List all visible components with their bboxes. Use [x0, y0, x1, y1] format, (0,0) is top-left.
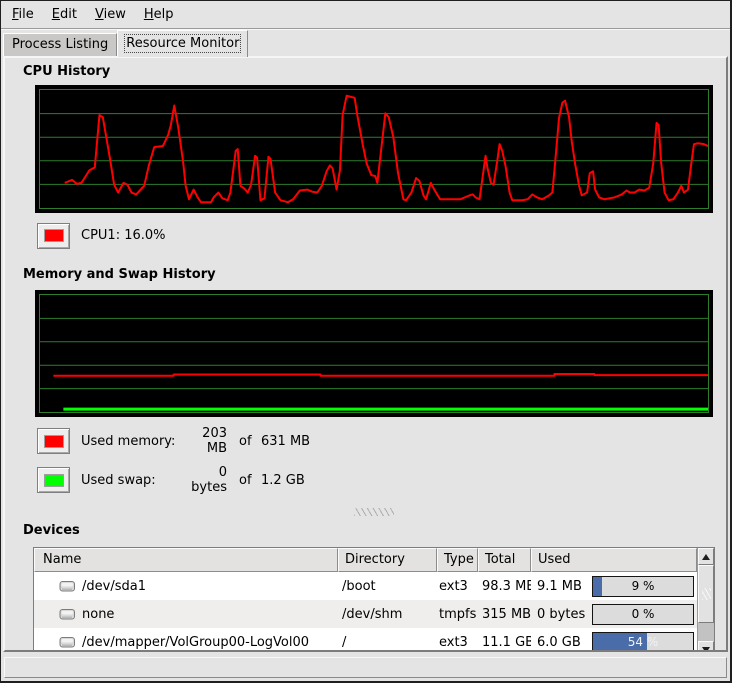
devices-table: Name Directory Type Total Used /dev/sda1…	[33, 547, 715, 652]
cpu1-color-swatch-icon	[44, 229, 64, 242]
pane-resize-handle[interactable]	[354, 508, 394, 516]
system-monitor-window: File Edit View Help Process Listing Reso…	[0, 0, 732, 683]
column-header-used[interactable]: Used	[531, 548, 697, 572]
usage-bar: 9 %	[592, 576, 694, 597]
cpu1-color-button[interactable]	[37, 223, 70, 249]
status-bar	[4, 657, 727, 678]
device-name: none	[82, 607, 114, 622]
device-used: 0 bytes	[537, 607, 585, 622]
device-row-sda1[interactable]: /dev/sda1 /boot ext3 98.3 MB 9.1 MB 9 %	[34, 572, 697, 600]
disk-icon	[59, 608, 76, 621]
used-swap-swatch-icon	[44, 474, 64, 487]
menu-file-label: ile	[19, 7, 34, 22]
memory-legend: Used memory: 203 MB of 631 MB Used swap:…	[37, 426, 713, 495]
used-memory-swatch-icon	[44, 435, 64, 448]
device-used: 9.1 MB	[537, 579, 582, 594]
memory-history-title: Memory and Swap History	[23, 267, 713, 284]
used-memory-of: of	[239, 434, 253, 449]
scrollbar-up-button[interactable]	[698, 548, 714, 565]
device-directory: /dev/shm	[338, 607, 437, 622]
menu-file[interactable]: File	[3, 3, 43, 26]
memory-swap-graph	[35, 290, 713, 417]
tab-resource-monitor-label: Resource Monitor	[126, 36, 239, 51]
usage-bar-label: 54 %	[593, 633, 693, 652]
swap-total-value: 1.2 GB	[261, 473, 331, 488]
menu-help[interactable]: Help	[135, 3, 183, 26]
tab-process-listing-label: Process Listing	[12, 37, 108, 52]
device-row-none[interactable]: none /dev/shm tmpfs 315 MB 0 bytes 0 %	[34, 600, 697, 628]
used-memory-value: 203 MB	[181, 426, 227, 456]
disk-icon	[59, 636, 76, 649]
used-swap-label: Used swap:	[81, 473, 181, 488]
cpu-history-graph	[35, 85, 713, 213]
scrollbar-thumb[interactable]	[698, 565, 714, 623]
device-type: ext3	[437, 579, 478, 594]
device-type: ext3	[437, 635, 478, 650]
menu-view-mnemonic: V	[95, 7, 104, 22]
menu-edit[interactable]: Edit	[43, 3, 86, 26]
usage-bar-label: 9 %	[593, 577, 693, 596]
disk-icon	[59, 580, 76, 593]
menu-edit-label: dit	[60, 7, 77, 22]
column-header-name[interactable]: Name	[34, 548, 338, 572]
devices-table-header: Name Directory Type Total Used	[34, 548, 697, 572]
scrollbar-down-button[interactable]	[698, 641, 714, 652]
column-header-type[interactable]: Type	[437, 548, 478, 572]
device-used: 6.0 GB	[537, 635, 581, 650]
device-row-volgroup[interactable]: /dev/mapper/VolGroup00-LogVol00 / ext3 1…	[34, 628, 697, 652]
device-type: tmpfs	[437, 607, 478, 622]
scroll-down-icon	[702, 647, 710, 653]
scrollbar-trough[interactable]	[698, 623, 714, 641]
used-memory-color-button[interactable]	[37, 428, 70, 454]
resource-monitor-page: CPU History CPU1: 16.0% Memory and Swap …	[3, 56, 728, 652]
device-total: 315 MB	[478, 607, 531, 622]
used-memory-label: Used memory:	[81, 434, 181, 449]
menu-edit-mnemonic: E	[52, 7, 60, 22]
tab-process-listing[interactable]: Process Listing	[3, 33, 117, 56]
device-directory: /	[338, 635, 437, 650]
usage-bar: 0 %	[592, 604, 694, 625]
device-name: /dev/sda1	[82, 579, 146, 594]
menu-help-label: elp	[154, 7, 174, 22]
cpu-history-chart	[40, 90, 708, 208]
scroll-up-icon	[702, 554, 710, 560]
menu-view-label: iew	[104, 7, 126, 22]
tab-resource-monitor[interactable]: Resource Monitor	[117, 30, 248, 57]
device-name: /dev/mapper/VolGroup00-LogVol00	[82, 635, 309, 650]
cpu-legend: CPU1: 16.0%	[37, 222, 713, 249]
usage-bar-label: 0 %	[593, 605, 693, 624]
tab-bar: Process Listing Resource Monitor	[1, 29, 730, 56]
memory-swap-plot	[39, 294, 709, 413]
device-directory: /boot	[338, 579, 437, 594]
device-total: 98.3 MB	[478, 579, 531, 594]
devices-title: Devices	[23, 523, 713, 540]
used-swap-of: of	[239, 473, 253, 488]
scrollbar-grip-icon	[702, 588, 711, 600]
column-header-directory[interactable]: Directory	[338, 548, 437, 572]
memory-total-value: 631 MB	[261, 434, 331, 449]
used-swap-color-button[interactable]	[37, 467, 70, 493]
cpu-history-title: CPU History	[23, 64, 713, 81]
menu-bar: File Edit View Help	[1, 1, 730, 29]
cpu-history-plot	[39, 89, 709, 209]
used-swap-value: 0 bytes	[181, 465, 227, 495]
usage-bar: 54 %	[592, 632, 694, 653]
column-header-total[interactable]: Total	[478, 548, 531, 572]
menu-view[interactable]: View	[86, 3, 135, 26]
device-total: 11.1 GB	[478, 635, 531, 650]
cpu1-legend-label: CPU1: 16.0%	[81, 228, 166, 243]
menu-help-mnemonic: H	[144, 7, 154, 22]
devices-scrollbar	[697, 548, 714, 652]
memory-swap-chart	[40, 295, 708, 412]
